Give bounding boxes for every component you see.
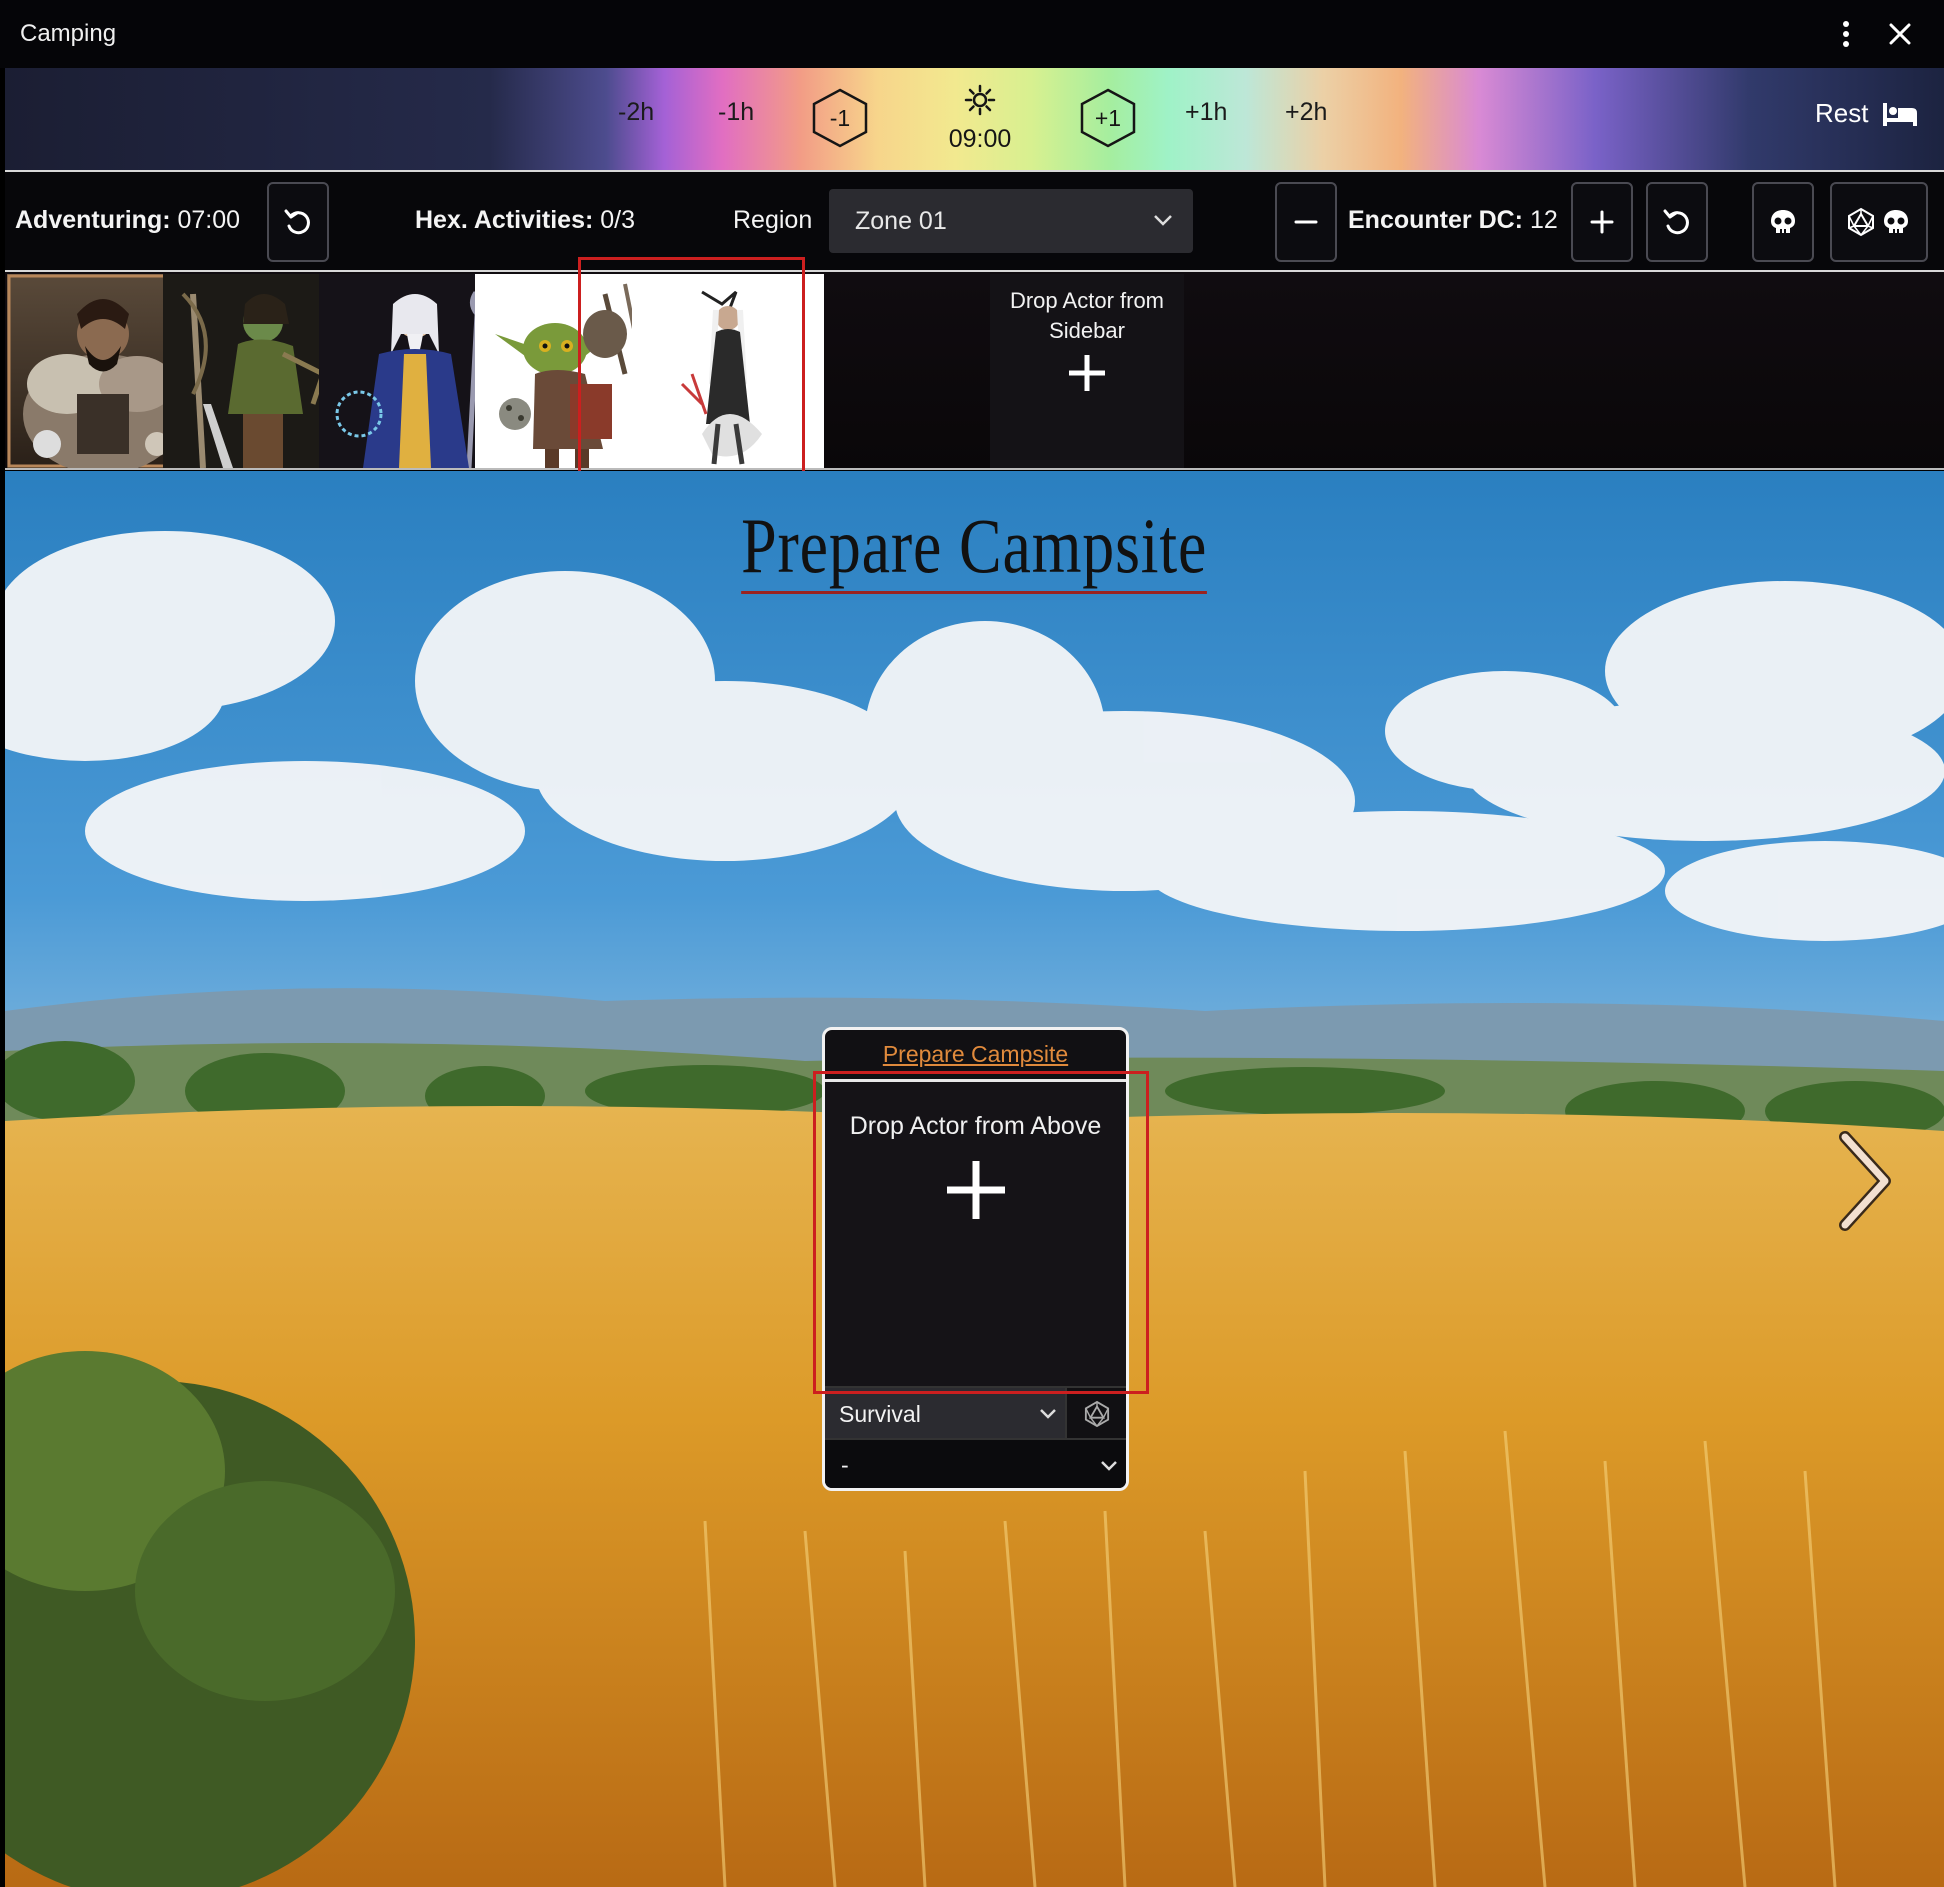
random-encounter-button[interactable] xyxy=(1752,182,1814,262)
d20-icon xyxy=(1848,207,1874,237)
undo-icon xyxy=(1663,209,1689,235)
undo-icon xyxy=(284,209,310,235)
actor-select[interactable]: - xyxy=(825,1438,1126,1488)
plus-2h-button[interactable]: +2h xyxy=(1285,98,1327,127)
current-time: 09:00 xyxy=(940,84,1020,154)
adventuring-value: 07:00 xyxy=(177,206,241,234)
sun-icon xyxy=(964,84,996,116)
activity-card-header: Prepare Campsite xyxy=(825,1030,1126,1082)
roll-encounter-button[interactable] xyxy=(1830,182,1928,262)
minus-1-label: -1 xyxy=(829,104,851,131)
bed-icon xyxy=(1883,102,1918,126)
roll-skill-button[interactable] xyxy=(1065,1388,1126,1440)
scene-title-text: Prepare Campsite xyxy=(741,503,1208,594)
close-icon[interactable] xyxy=(1880,14,1920,54)
plus-icon xyxy=(1590,210,1614,234)
decrease-dc-button[interactable] xyxy=(1275,182,1337,262)
camping-scene: Prepare Campsite Prepare Campsite Drop A… xyxy=(5,471,1944,1887)
next-page-arrow-icon[interactable] xyxy=(1835,1131,1895,1236)
d20-icon xyxy=(1084,1400,1109,1428)
plus-1-label: +1 xyxy=(1094,104,1122,131)
region-label: Region xyxy=(733,206,813,234)
more-options-icon[interactable] xyxy=(1826,14,1866,54)
camping-controls: Adventuring: 07:00 Hex. Activities: 0/3 … xyxy=(5,172,1944,272)
chevron-down-icon xyxy=(1101,1461,1117,1471)
time-display: 09:00 xyxy=(948,125,1012,153)
window-titlebar: Camping xyxy=(0,0,1944,68)
minus-1-button[interactable]: -1 xyxy=(810,88,870,148)
actor-select-value: - xyxy=(841,1451,849,1478)
activity-title-link[interactable]: Prepare Campsite xyxy=(883,1041,1068,1068)
plus-icon xyxy=(946,1161,1005,1219)
reset-dc-button[interactable] xyxy=(1646,182,1708,262)
rest-button[interactable]: Rest xyxy=(1815,98,1918,129)
actor-strip: Drop Actor from Sidebar xyxy=(5,272,1944,470)
reset-adventuring-button[interactable] xyxy=(267,182,329,262)
region-select[interactable]: Zone 01 xyxy=(829,189,1193,253)
adventuring-time: Adventuring: 07:00 xyxy=(15,206,240,235)
actor-drop-zone[interactable]: Drop Actor from Above xyxy=(825,1082,1126,1386)
plus-icon xyxy=(1069,355,1105,391)
activity-card: Prepare Campsite Drop Actor from Above S… xyxy=(822,1027,1129,1491)
plus-1-button[interactable]: +1 xyxy=(1078,88,1138,148)
window-title: Camping xyxy=(20,20,117,47)
skill-value: Survival xyxy=(839,1400,921,1427)
hex-activities-label: Hex. Activities: xyxy=(415,206,594,234)
minus-1h-button[interactable]: -1h xyxy=(718,98,754,127)
actor-portrait-shaman[interactable] xyxy=(632,274,824,468)
skull-icon xyxy=(1884,210,1908,233)
drop-sidebar-text: Drop Actor from Sidebar xyxy=(1009,288,1165,343)
hex-activities-value: 0/3 xyxy=(600,206,636,234)
encounter-dc-value: 12 xyxy=(1529,206,1558,234)
drop-zone-text: Drop Actor from Above xyxy=(849,1112,1102,1140)
plus-1h-button[interactable]: +1h xyxy=(1185,98,1227,127)
adventuring-label: Adventuring: xyxy=(15,206,171,234)
skill-select[interactable]: Survival xyxy=(825,1388,1065,1440)
time-of-day-bar: -2h -1h -1 09:00 +1 +1h +2h Rest xyxy=(5,68,1944,172)
encounter-dc: Encounter DC: 12 xyxy=(1348,206,1558,235)
rest-label: Rest xyxy=(1815,98,1869,128)
chevron-down-icon xyxy=(1040,1409,1056,1419)
minus-icon xyxy=(1294,220,1318,224)
skull-icon xyxy=(1771,210,1795,233)
chevron-down-icon xyxy=(1154,215,1172,226)
scene-title: Prepare Campsite xyxy=(5,503,1944,594)
minus-2h-button[interactable]: -2h xyxy=(618,98,654,127)
drop-actor-sidebar-slot[interactable]: Drop Actor from Sidebar xyxy=(990,274,1184,468)
hex-activities: Hex. Activities: 0/3 xyxy=(415,206,635,235)
skill-row: Survival xyxy=(825,1386,1126,1440)
increase-dc-button[interactable] xyxy=(1571,182,1633,262)
region-value: Zone 01 xyxy=(855,206,947,235)
encounter-dc-label: Encounter DC: xyxy=(1348,206,1523,234)
